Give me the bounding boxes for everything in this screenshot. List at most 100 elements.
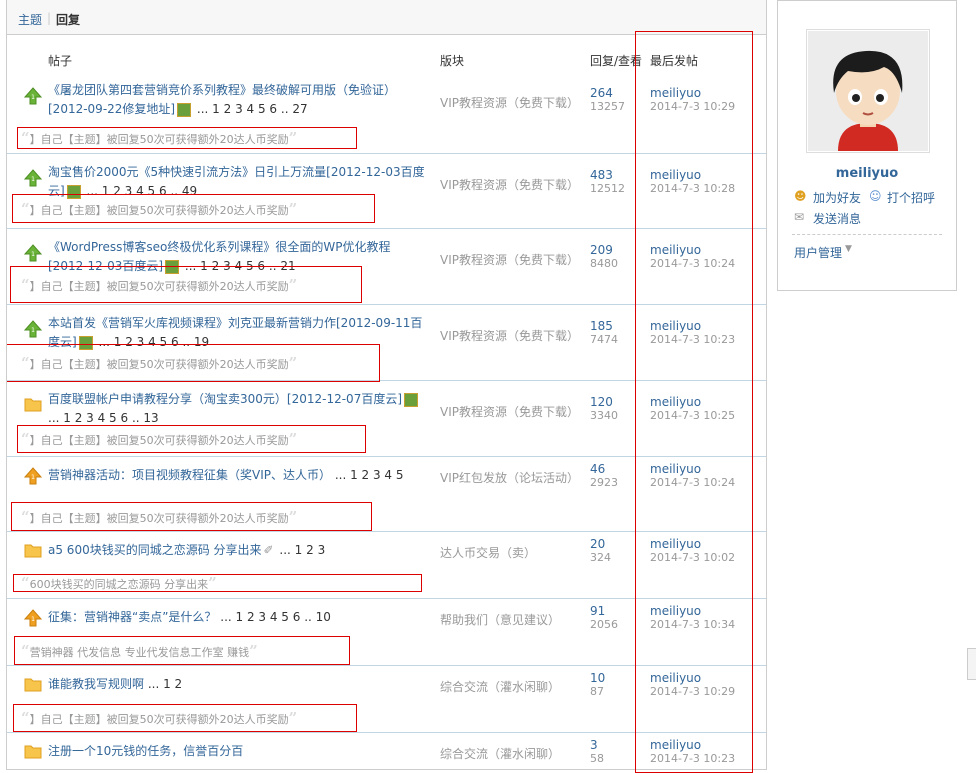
thread-title-link[interactable]: 百度联盟帐户申请教程分享（淘宝卖300元）[2012-12-07百度云] — [48, 392, 402, 406]
thread-forum-link[interactable]: VIP教程资源（免费下载） — [440, 403, 579, 420]
sidebar-divider — [792, 234, 942, 235]
arrow-up-icon: 1 — [23, 87, 43, 105]
quote-text: 】自己【主题】被回复50次可获得额外20达人币奖励 — [29, 204, 289, 217]
view-count: 8480 — [590, 257, 618, 270]
mail-icon: ✉ — [794, 210, 805, 224]
thread-quote-preview: “】自己【主题】被回复50次可获得额外20达人币奖励” — [21, 354, 297, 372]
quote-open-icon: “ — [21, 574, 30, 592]
thread-title-link[interactable]: a5 600块钱买的同城之恋源码 分享出来 — [48, 543, 262, 557]
quote-open-icon: “ — [21, 276, 30, 294]
thread-title-block: 营销神器活动：项目视频教程征集（奖VIP、达人币） ... 1 2 3 4 5 — [48, 466, 428, 485]
arrow-up-icon: 1 — [23, 467, 43, 485]
image-attachment-icon — [404, 392, 419, 407]
thread-forum-link[interactable]: VIP红包发放（论坛活动） — [440, 469, 579, 486]
quote-close-icon: ” — [288, 354, 298, 372]
thread-forum-link[interactable]: VIP教程资源（免费下载） — [440, 94, 579, 111]
quote-close-icon: ” — [288, 508, 298, 526]
quote-text: 】自己【主题】被回复50次可获得额外20达人币奖励 — [29, 512, 289, 525]
add-friend-link[interactable]: 加为好友 — [813, 189, 861, 206]
view-count: 87 — [590, 685, 604, 698]
thread-title-link[interactable]: 谁能教我写规则啊 — [48, 677, 144, 691]
thread-pagination[interactable]: ... 1 2 3 4 5 6 .. 27 — [193, 102, 308, 116]
thread-pagination[interactable]: ... 1 2 3 4 5 6 .. 13 — [48, 411, 159, 425]
thread-forum-link[interactable]: 综合交流（灌水闲聊） — [440, 745, 560, 762]
thread-quote-preview: “600块钱买的同城之恋源码 分享出来” — [21, 574, 217, 592]
user-manage-menu[interactable]: 用户管理 — [794, 244, 842, 261]
thread-title-link[interactable]: 注册一个10元钱的任务，信誉百分百 — [48, 744, 243, 758]
quote-text: 】自己【主题】被回复50次可获得额外20达人币奖励 — [29, 713, 289, 726]
thread-title-link[interactable]: 营销神器活动：项目视频教程征集（奖VIP、达人币） — [48, 468, 331, 482]
svg-text:1: 1 — [31, 474, 35, 481]
thread-title-block: 征集：营销神器“卖点”是什么？ ... 1 2 3 4 5 6 .. 10 — [48, 608, 428, 627]
quote-open-icon: “ — [21, 709, 30, 727]
thread-quote-preview: “】自己【主题】被回复50次可获得额外20达人币奖励” — [21, 709, 297, 727]
quote-open-icon: “ — [21, 430, 30, 448]
quote-text: 营销神器 代发信息 专业代发信息工作室 赚钱 — [29, 646, 250, 659]
svg-text:1: 1 — [31, 176, 35, 183]
quote-close-icon: ” — [249, 642, 258, 660]
avatar[interactable] — [806, 29, 930, 153]
reply-count[interactable]: 46 — [590, 462, 605, 476]
quote-open-icon: “ — [21, 642, 30, 660]
tab-topics[interactable]: 主题 — [18, 11, 42, 28]
reply-count[interactable]: 10 — [590, 671, 605, 685]
quote-open-icon: “ — [21, 354, 30, 372]
thread-forum-link[interactable]: VIP教程资源（免费下载） — [440, 251, 579, 268]
reply-count[interactable]: 91 — [590, 604, 605, 618]
view-count: 3340 — [590, 409, 618, 422]
view-count: 7474 — [590, 333, 618, 346]
thread-forum-link[interactable]: 帮助我们（意见建议） — [440, 611, 560, 628]
scroll-to-top-handle[interactable] — [967, 648, 976, 680]
thread-quote-preview: “】自己【主题】被回复50次可获得额外20达人币奖励” — [21, 508, 297, 526]
sidebar-username[interactable]: meiliyuo — [778, 166, 956, 181]
header-post: 帖子 — [48, 54, 73, 68]
quote-close-icon: ” — [288, 430, 298, 448]
thread-title-block: 《屠龙团队第四套营销竞价系列教程》最终破解可用版（免验证）[2012-09-22… — [48, 81, 428, 119]
reply-count[interactable]: 209 — [590, 243, 613, 257]
thread-quote-preview: “营销神器 代发信息 专业代发信息工作室 赚钱” — [21, 642, 258, 660]
thread-forum-link[interactable]: 达人币交易（卖） — [440, 544, 536, 561]
thread-pagination[interactable]: ... 1 2 3 — [276, 543, 325, 557]
thread-quote-preview: “】自己【主题】被回复50次可获得额外20达人币奖励” — [21, 276, 297, 294]
image-attachment-icon — [177, 102, 192, 117]
folder-icon — [24, 676, 42, 694]
quote-text: 】自己【主题】被回复50次可获得额外20达人币奖励 — [29, 280, 289, 293]
svg-text:1: 1 — [31, 616, 35, 623]
thread-forum-link[interactable]: 综合交流（灌水闲聊） — [440, 678, 560, 695]
arrow-up-icon: 1 — [23, 320, 43, 338]
reply-count[interactable]: 483 — [590, 168, 613, 182]
thread-forum-link[interactable]: VIP教程资源（免费下载） — [440, 176, 579, 193]
thread-forum-link[interactable]: VIP教程资源（免费下载） — [440, 327, 579, 344]
thread-quote-preview: “】自己【主题】被回复50次可获得额外20达人币奖励” — [21, 200, 297, 218]
folder-icon — [24, 396, 42, 414]
highlight-box-last-post — [635, 31, 753, 773]
quote-text: 600块钱买的同城之恋源码 分享出来 — [29, 578, 209, 591]
greet-link[interactable]: 打个招呼 — [887, 189, 935, 206]
view-count: 2923 — [590, 476, 618, 489]
arrow-up-icon: 1 — [23, 609, 43, 627]
reply-count[interactable]: 264 — [590, 86, 613, 100]
quote-close-icon: ” — [288, 129, 298, 147]
thread-pagination[interactable]: ... 1 2 3 4 5 6 .. 10 — [216, 610, 331, 624]
folder-icon — [24, 743, 42, 761]
view-count: 58 — [590, 752, 604, 765]
reply-count[interactable]: 185 — [590, 319, 613, 333]
quote-text: 】自己【主题】被回复50次可获得额外20达人币奖励 — [29, 434, 289, 447]
thread-pagination[interactable]: ... 1 2 3 4 5 — [331, 468, 404, 482]
thread-quote-preview: “】自己【主题】被回复50次可获得额外20达人币奖励” — [21, 129, 297, 147]
send-message-link[interactable]: 发送消息 — [813, 210, 861, 227]
quote-text: 】自己【主题】被回复50次可获得额外20达人币奖励 — [29, 133, 289, 146]
reply-count[interactable]: 3 — [590, 738, 598, 752]
svg-text:1: 1 — [31, 251, 35, 258]
tab-replies[interactable]: 回复 — [56, 11, 80, 28]
tab-bar: 主题 | 回复 — [7, 0, 766, 35]
reply-count[interactable]: 20 — [590, 537, 605, 551]
view-count: 12512 — [590, 182, 625, 195]
view-count: 324 — [590, 551, 611, 564]
reply-count[interactable]: 120 — [590, 395, 613, 409]
quote-close-icon: ” — [288, 276, 298, 294]
thread-pagination[interactable]: ... 1 2 — [144, 677, 182, 691]
folder-icon — [24, 542, 42, 560]
user-sidebar: meiliyuo ☻ 加为好友 ☺ 打个招呼 ✉ 发送消息 用户管理 ▼ — [777, 0, 957, 291]
thread-title-link[interactable]: 征集：营销神器“卖点”是什么？ — [48, 610, 216, 624]
